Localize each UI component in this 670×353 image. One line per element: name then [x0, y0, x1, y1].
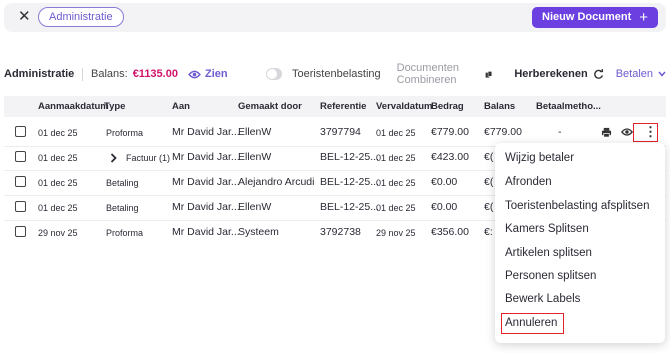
administration-toolbar: Administratie Balans: €1135.00 Zien Toer…	[4, 62, 666, 86]
table-row[interactable]: 01 dec 25 Proforma Mr David Jar... Ellen…	[4, 121, 666, 145]
row-checkbox[interactable]	[15, 201, 26, 212]
cell-reference: 3797794	[320, 126, 361, 138]
menu-item-edit-labels[interactable]: Bewerk Labels	[505, 293, 580, 305]
plus-icon: +	[639, 9, 648, 26]
cell-type: Proforma	[106, 228, 144, 238]
cell-created-by: EllenW	[238, 201, 272, 213]
cell-created-by: Alejandro Arcudi	[238, 176, 315, 188]
cell-to: Mr David Jar...	[172, 126, 240, 138]
cell-created: 01 dec 25	[38, 153, 78, 163]
recalculate-label: Herberekenen	[514, 68, 588, 80]
menu-item-split-rooms[interactable]: Kamers Splitsen	[505, 223, 589, 235]
refresh-icon	[593, 68, 603, 79]
cell-reference: BEL-12-25...	[320, 176, 379, 188]
balance-label: Balans:	[90, 68, 128, 80]
menu-item-finalize[interactable]: Afronden	[505, 176, 552, 188]
col-header-type[interactable]: Type	[104, 101, 125, 112]
cell-balance: €779.00	[484, 126, 522, 138]
cell-to: Mr David Jar...	[172, 176, 240, 188]
divider	[82, 67, 83, 81]
chevron-right-icon[interactable]	[110, 153, 117, 163]
cell-balance: €:	[484, 226, 493, 238]
cell-created: 29 nov 25	[38, 228, 78, 238]
cell-balance: €(	[484, 201, 494, 213]
tourist-tax-toggle[interactable]	[265, 68, 282, 80]
row-checkbox[interactable]	[15, 126, 26, 137]
cell-due-date: 01 dec 25	[376, 128, 416, 138]
menu-item-split-tourist-tax[interactable]: Toeristenbelasting afsplitsen	[505, 200, 649, 212]
row-checkbox[interactable]	[15, 151, 26, 162]
col-header-created-by[interactable]: Gemaakt door	[238, 101, 302, 112]
row-checkbox[interactable]	[15, 226, 26, 237]
cell-created-by: Systeem	[238, 226, 279, 238]
print-icon[interactable]	[601, 127, 612, 138]
cell-due-date: 01 dec 25	[376, 153, 416, 163]
menu-item-cancel[interactable]: Annuleren	[505, 317, 557, 329]
payments-label: Betalen	[615, 68, 653, 80]
menu-item-change-payer[interactable]: Wijzig betaler	[505, 152, 574, 164]
row-actions-menu: Wijzig betaler Afronden Toeristenbelasti…	[495, 143, 665, 343]
combine-documents-button[interactable]: Documenten Combineren	[397, 62, 493, 86]
cell-payment-method: -	[558, 126, 562, 138]
cell-due-date: 01 dec 25	[376, 203, 416, 213]
cell-due-date: 29 nov 25	[376, 228, 416, 238]
cell-created-by: EllenW	[238, 151, 272, 163]
table-header: Aanmaakdatum Type Aan Gemaakt door Refer…	[4, 96, 666, 117]
cell-type: Betaling	[106, 203, 139, 213]
cell-amount: €0.00	[431, 201, 458, 213]
cell-amount: €779.00	[431, 126, 469, 138]
documents-icon	[485, 70, 492, 78]
cell-created: 01 dec 25	[38, 128, 78, 138]
cell-amount: €356.00	[431, 226, 469, 238]
col-header-reference[interactable]: Referentie	[320, 101, 366, 112]
new-document-button[interactable]: Nieuw Document +	[532, 7, 658, 28]
cell-to: Mr David Jar...	[172, 151, 240, 163]
new-document-label: Nieuw Document	[542, 11, 632, 23]
combine-documents-label: Documenten Combineren	[396, 62, 459, 86]
col-header-amount[interactable]: Bedrag	[431, 101, 464, 112]
kebab-icon: ⋮	[644, 124, 657, 139]
balance-value: €1135.00	[132, 68, 178, 80]
cell-balance: €(	[484, 151, 494, 163]
cell-reference: BEL-12-25...	[320, 151, 379, 163]
cell-created-by: EllenW	[238, 126, 272, 138]
col-header-balance[interactable]: Balans	[484, 101, 515, 112]
col-header-due-date[interactable]: Vervaldatum	[376, 101, 433, 112]
payments-dropdown[interactable]: Betalen	[616, 68, 666, 80]
cell-to: Mr David Jar...	[172, 226, 240, 238]
close-icon[interactable]: ✕	[18, 8, 31, 26]
cell-created: 01 dec 25	[38, 178, 78, 188]
eye-icon	[188, 70, 201, 78]
show-balance-button[interactable]: Zien	[188, 68, 228, 80]
cell-type: Factuur (1)	[126, 153, 171, 163]
menu-item-split-persons[interactable]: Personen splitsen	[505, 270, 596, 282]
cell-reference: 3792738	[320, 226, 361, 238]
section-title: Administratie	[4, 68, 75, 80]
show-balance-label: Zien	[204, 68, 228, 80]
cell-reference: BEL-12-25...	[320, 201, 379, 213]
eye-icon[interactable]	[621, 127, 633, 137]
menu-item-split-articles[interactable]: Artikelen splitsen	[505, 247, 592, 259]
col-header-created[interactable]: Aanmaakdatum	[38, 101, 109, 112]
row-checkbox[interactable]	[15, 176, 26, 187]
row-actions-menu-button[interactable]: ⋮	[633, 123, 658, 142]
cell-created: 01 dec 25	[38, 203, 78, 213]
cell-to: Mr David Jar...	[172, 201, 240, 213]
chevron-down-icon	[658, 71, 666, 77]
filter-chip-administratie[interactable]: Administratie	[38, 7, 124, 27]
col-header-to[interactable]: Aan	[172, 101, 190, 112]
top-bar: ✕ Administratie Nieuw Document +	[4, 3, 666, 32]
cell-due-date: 01 dec 25	[376, 178, 416, 188]
cell-amount: €423.00	[431, 151, 469, 163]
tourist-tax-label: Toeristenbelasting	[291, 68, 381, 80]
cell-balance: €(	[484, 176, 494, 188]
recalculate-button[interactable]: Herberekenen	[514, 68, 603, 80]
cell-type: Betaling	[106, 178, 139, 188]
cell-amount: €0.00	[431, 176, 458, 188]
cell-type: Proforma	[106, 128, 144, 138]
col-header-payment-method[interactable]: Betaalmetho...	[536, 101, 601, 112]
